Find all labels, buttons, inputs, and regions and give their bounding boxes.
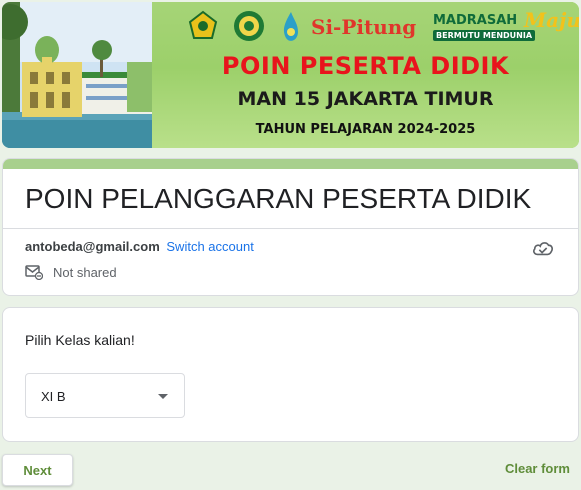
form-title-card: POIN PELANGGARAN PESERTA DIDIK antobeda@…: [2, 158, 579, 296]
divider: [3, 228, 578, 229]
not-shared-label: Not shared: [53, 264, 117, 280]
banner-text-area: Si-Pitung MADRASAH Maju BERMUTU MENDUNIA…: [152, 2, 579, 148]
logo-row: Si-Pitung MADRASAH Maju BERMUTU MENDUNIA: [188, 8, 579, 46]
banner-school-year: TAHUN PELAJARAN 2024-2025: [255, 122, 476, 137]
situng-logo: Si-Pitung: [311, 15, 417, 39]
header-banner: Si-Pitung MADRASAH Maju BERMUTU MENDUNIA…: [2, 2, 579, 148]
dropdown-selected-value: XI B: [41, 389, 66, 404]
kemenag-logo-icon: [188, 10, 218, 39]
not-shared-row: Not shared: [25, 264, 117, 280]
class-select-dropdown[interactable]: XI B: [25, 373, 185, 418]
bermutu-logo-text: BERMUTU MENDUNIA: [433, 30, 536, 41]
school-seal-icon: [234, 11, 264, 41]
madrasah-logo-text: MADRASAH: [433, 13, 518, 28]
switch-account-link[interactable]: Switch account: [166, 239, 253, 254]
chevron-down-icon: [158, 394, 168, 399]
banner-headline: POIN PESERTA DIDIK: [221, 52, 510, 80]
question-card: Pilih Kelas kalian! XI B: [2, 307, 579, 442]
account-row: antobeda@gmail.com Switch account: [25, 239, 254, 254]
cloud-saved-icon[interactable]: [532, 239, 554, 257]
banner-school-name: MAN 15 JAKARTA TIMUR: [237, 88, 494, 110]
next-button[interactable]: Next: [2, 454, 73, 486]
drop-logo-icon: [283, 12, 298, 41]
maju-logo-text: Maju: [524, 8, 579, 32]
school-building-photo: [2, 2, 152, 148]
not-shared-mail-icon: [25, 265, 43, 280]
account-email: antobeda@gmail.com: [25, 239, 160, 254]
clear-form-button[interactable]: Clear form: [505, 461, 570, 476]
form-title: POIN PELANGGARAN PESERTA DIDIK: [25, 183, 532, 214]
title-accent-bar: [3, 159, 578, 169]
question-label: Pilih Kelas kalian!: [25, 332, 135, 348]
